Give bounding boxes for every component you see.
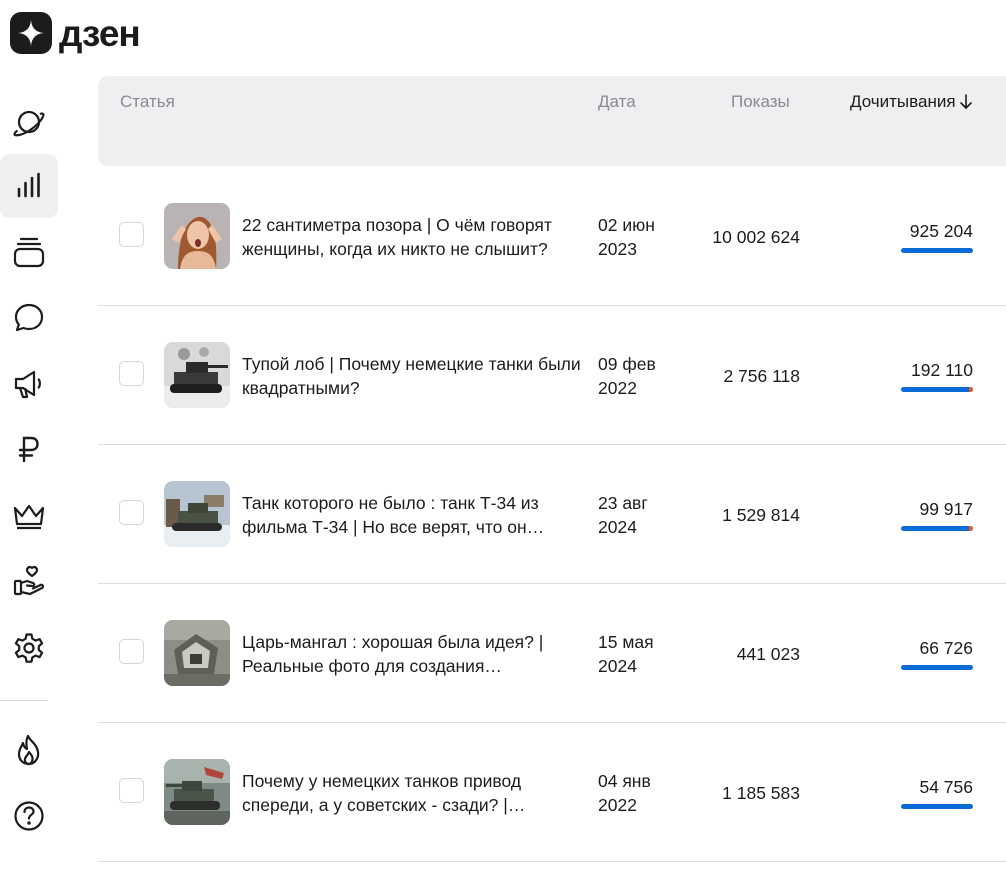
help-icon: [14, 801, 44, 831]
sidebar-divider: [0, 700, 48, 701]
article-date-year: 2022: [598, 795, 637, 815]
sidebar-item-promotion[interactable]: [0, 352, 58, 416]
article-date-year: 2024: [598, 517, 637, 537]
row-checkbox[interactable]: [119, 778, 144, 803]
ruble-icon: [18, 436, 39, 463]
article-thumbnail[interactable]: [164, 342, 230, 408]
table-row[interactable]: Танк которого не было : танк Т-34 из фил…: [98, 444, 1006, 584]
sidebar-item-donations[interactable]: [0, 550, 58, 614]
article-date-day: 09 фев: [598, 354, 656, 374]
article-title[interactable]: Почему у немецких танков привод спереди,…: [242, 769, 587, 817]
article-date-year: 2024: [598, 656, 637, 676]
article-views: 1 529 814: [722, 505, 800, 525]
gear-icon: [14, 633, 44, 663]
row-checkbox[interactable]: [119, 361, 144, 386]
flame-icon: [17, 734, 40, 766]
article-date: 23 авг 2024: [598, 491, 688, 539]
column-header-reads[interactable]: Дочитывания: [850, 92, 973, 112]
article-date-day: 02 июн: [598, 215, 655, 235]
table-header: Статья Дата Показы Дочитывания: [98, 76, 1006, 166]
table-row[interactable]: Почему у немецких танков привод спереди,…: [98, 722, 1006, 862]
table-row[interactable]: Царь-мангал : хорошая была идея? | Реаль…: [98, 583, 1006, 723]
article-date: 15 мая 2024: [598, 630, 688, 678]
sidebar-item-settings[interactable]: [0, 616, 58, 680]
column-header-article[interactable]: Статья: [120, 92, 175, 112]
sidebar-item-trends[interactable]: [0, 718, 58, 782]
chat-icon: [14, 303, 44, 332]
reads-bar: [901, 526, 973, 531]
article-date-day: 23 авг: [598, 493, 648, 513]
stack-icon: [13, 237, 45, 268]
row-checkbox[interactable]: [119, 222, 144, 247]
stats-icon: [17, 172, 40, 198]
article-date: 02 июн 2023: [598, 213, 688, 261]
reads-bar-orange: [968, 387, 973, 392]
reads-bar: [901, 804, 973, 809]
row-checkbox[interactable]: [119, 500, 144, 525]
article-date-year: 2022: [598, 378, 637, 398]
article-reads: 66 726: [919, 638, 973, 658]
crown-icon: [13, 504, 45, 530]
sidebar-item-help[interactable]: [0, 784, 58, 848]
reads-bar: [901, 248, 973, 253]
sidebar-item-stats[interactable]: [0, 154, 58, 218]
article-thumbnail[interactable]: [164, 620, 230, 686]
article-title[interactable]: Царь-мангал : хорошая была идея? | Реаль…: [242, 630, 587, 678]
megaphone-icon: [14, 370, 41, 399]
article-reads: 54 756: [919, 777, 973, 797]
article-title[interactable]: 22 сантиметра позора | О чём говорят жен…: [242, 213, 587, 261]
reads-bar: [901, 387, 973, 392]
article-reads: 99 917: [919, 499, 973, 519]
sidebar-item-publications[interactable]: [0, 220, 58, 284]
article-thumbnail[interactable]: [164, 203, 230, 269]
dzen-logo[interactable]: дзен: [10, 12, 141, 54]
column-header-views[interactable]: Показы: [731, 92, 790, 112]
article-reads: 192 110: [911, 360, 973, 380]
article-thumbnail[interactable]: [164, 759, 230, 825]
article-reads: 925 204: [909, 221, 973, 241]
planet-icon: [13, 110, 45, 137]
table-row[interactable]: Тупой лоб | Почему немецкие танки были к…: [98, 305, 1006, 445]
logo-text: дзен: [59, 12, 141, 54]
article-thumbnail[interactable]: [164, 481, 230, 547]
sidebar-item-home[interactable]: [0, 90, 58, 154]
reads-bar: [901, 665, 973, 670]
reads-bar-orange: [969, 526, 973, 531]
article-date-day: 15 мая: [598, 632, 654, 652]
hand-heart-icon: [13, 565, 45, 596]
row-checkbox[interactable]: [119, 639, 144, 664]
sidebar-item-monetization[interactable]: [0, 418, 58, 482]
column-header-date[interactable]: Дата: [598, 92, 636, 112]
dzen-star-icon: [10, 12, 52, 54]
sidebar-item-comments[interactable]: [0, 286, 58, 350]
column-header-reads-label: Дочитывания: [850, 92, 956, 111]
article-title[interactable]: Танк которого не было : танк Т-34 из фил…: [242, 491, 587, 539]
article-date-year: 2023: [598, 239, 637, 259]
article-title[interactable]: Тупой лоб | Почему немецкие танки были к…: [242, 352, 587, 400]
article-date: 04 янв 2022: [598, 769, 688, 817]
article-views: 441 023: [736, 644, 800, 664]
article-views: 2 756 118: [723, 366, 800, 386]
sidebar-item-premium[interactable]: [0, 484, 58, 548]
article-date: 09 фев 2022: [598, 352, 688, 400]
arrow-down-icon: [959, 94, 972, 109]
article-views: 10 002 624: [712, 227, 800, 247]
article-views: 1 185 583: [722, 783, 800, 803]
table-row[interactable]: 22 сантиметра позора | О чём говорят жен…: [98, 166, 1006, 306]
article-date-day: 04 янв: [598, 771, 651, 791]
